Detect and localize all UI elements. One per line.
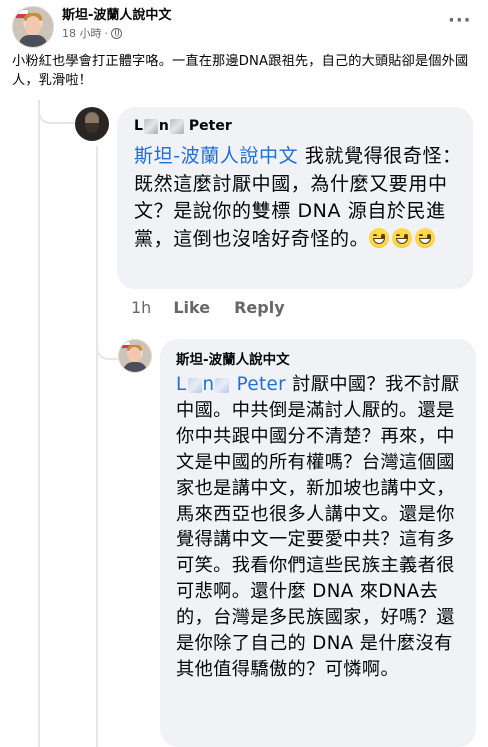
grinning-face-emoji-icon xyxy=(392,227,413,248)
comment-actions: 1h Like Reply xyxy=(131,298,309,317)
post-author-avatar[interactable] xyxy=(12,6,54,48)
comment-text: 斯坦-波蘭人說中文 我就覺得很奇怪：既然這麼討厭中國，為什麼又要用中文？是說你的… xyxy=(134,145,462,250)
comment-author-name[interactable]: L n Peter xyxy=(134,118,232,134)
grinning-face-emoji-icon xyxy=(369,227,390,248)
like-button[interactable]: Like xyxy=(173,298,210,317)
reply-thread-branch xyxy=(96,336,118,360)
post-body: 小粉紅也學會打正體字咯。一直在那邊DNA跟祖先，自己的大頭貼卻是個外國人，乳滑啦… xyxy=(12,54,469,88)
redacted-blur xyxy=(169,118,184,134)
facebook-post-thread: 斯坦-波蘭人說中文 18 小時 · ··· 小粉紅也學會打正體字咯。一直在那邊D… xyxy=(0,0,488,747)
thread-line xyxy=(38,100,40,747)
commenter-avatar[interactable] xyxy=(75,107,109,141)
mention-link[interactable]: 斯坦-波蘭人說中文 xyxy=(134,145,298,167)
reply-thread-line xyxy=(96,146,98,747)
comment-timestamp[interactable]: 1h xyxy=(131,298,151,317)
reply-text: Ln Peter 討厭中國？我不討厭中國。中共倒是滿討人厭的。還是你中共跟中國分… xyxy=(176,374,460,680)
globe-icon[interactable] xyxy=(111,27,122,39)
post-meta: 18 小時 · xyxy=(62,25,122,41)
reply-author-avatar[interactable] xyxy=(118,339,152,373)
redacted-blur xyxy=(215,377,230,393)
more-horizontal-icon[interactable]: ··· xyxy=(448,12,472,30)
thread-branch xyxy=(38,106,76,124)
redacted-blur xyxy=(187,377,202,393)
grinning-face-emoji-icon xyxy=(415,227,436,248)
redacted-blur xyxy=(143,118,158,134)
mention-link[interactable]: Ln Peter xyxy=(176,374,286,395)
reply-button[interactable]: Reply xyxy=(234,298,285,317)
post-author-name[interactable]: 斯坦-波蘭人說中文 xyxy=(62,4,171,23)
meta-separator: · xyxy=(104,26,109,40)
reply-author-name[interactable]: 斯坦-波蘭人說中文 xyxy=(176,348,290,368)
post-timestamp[interactable]: 18 小時 xyxy=(62,25,102,41)
